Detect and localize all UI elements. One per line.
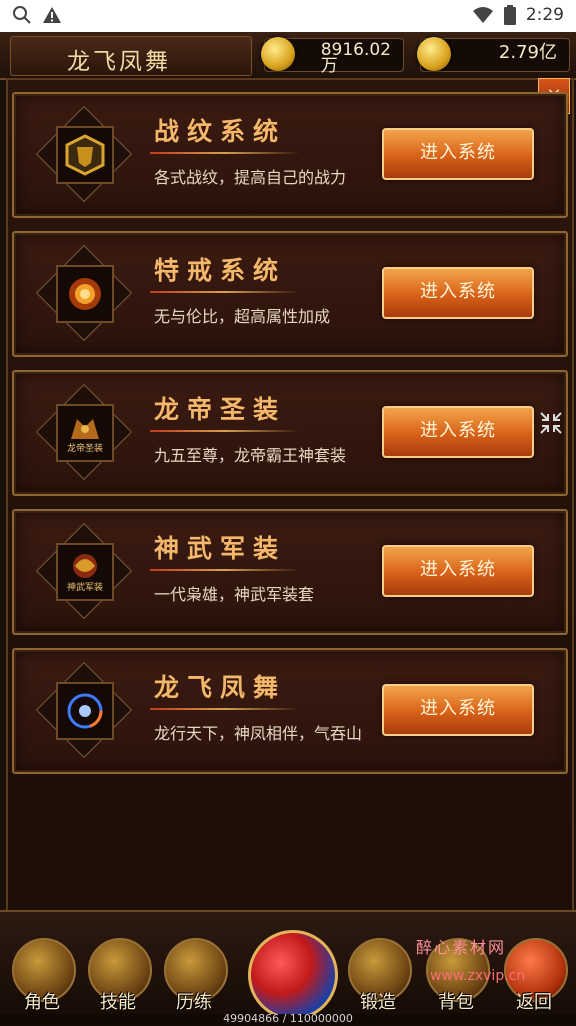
nav-character-button[interactable]: 角色 (6, 938, 78, 1013)
clock: 2:29 (525, 5, 564, 25)
card-longdi: 龙帝圣装 龙帝圣装 九五至尊，龙帝霸王神套装 进入系统 (12, 370, 568, 496)
dragon-armor-icon: 龙帝圣装 (56, 404, 114, 462)
collapse-arrows-icon[interactable] (538, 410, 564, 442)
currency-ingot-value: 2.79亿 (498, 42, 557, 63)
currency-ingot[interactable]: 2.79亿 (417, 37, 570, 72)
card-zhanwen: 战纹系统 各式战纹，提高自己的战力 进入系统 (12, 92, 568, 218)
card-title: 特戒系统 (154, 256, 287, 285)
card-title: 龙帝圣装 (154, 395, 287, 424)
card-title: 龙飞凤舞 (154, 673, 287, 702)
wifi-icon (472, 7, 493, 23)
card-description: 一代枭雄，神武军装套 (154, 585, 315, 604)
nav-label: 技能 (100, 992, 136, 1013)
phoenix-orb-icon (56, 682, 114, 740)
gold-coin-icon (261, 37, 295, 71)
nav-skill-button[interactable]: 技能 (82, 938, 154, 1013)
card-title: 神武军装 (154, 534, 287, 563)
card-shenwu: 神武军装 神武军装 一代枭雄，神武军装套 进入系统 (12, 509, 568, 635)
nav-label: 返回 (516, 992, 552, 1013)
status-bar: 2:29 (0, 0, 576, 32)
nav-training-button[interactable]: 历练 (158, 938, 230, 1013)
enter-system-button[interactable]: 进入系统 (382, 545, 534, 597)
page-title: 龙飞凤舞 (67, 49, 171, 75)
nav-label: 锻造 (360, 992, 396, 1013)
card-title: 战纹系统 (154, 117, 287, 146)
enter-system-button[interactable]: 进入系统 (382, 267, 534, 319)
top-header: 龙飞凤舞 8916.02 万 2.79亿 (0, 32, 576, 80)
card-description: 各式战纹，提高自己的战力 (154, 168, 347, 187)
title-underline (150, 569, 300, 571)
title-underline (150, 430, 300, 432)
search-icon (13, 6, 31, 24)
card-description: 九五至尊，龙帝霸王神套装 (154, 446, 347, 465)
nav-label: 历练 (176, 992, 212, 1013)
title-plate: 龙飞凤舞 (10, 36, 252, 76)
exp-bar-text: 49904866 / 110000000 (0, 1013, 576, 1024)
card-longfei: 龙飞凤舞 龙行天下，神凤相伴，气吞山 进入系统 (12, 648, 568, 774)
nav-forge-button[interactable]: 锻造 (342, 938, 414, 1013)
card-tejie: 特戒系统 无与伦比，超高属性加成 进入系统 (12, 231, 568, 357)
title-underline (150, 291, 300, 293)
center-orb-button[interactable] (248, 930, 338, 1020)
battery-icon (503, 5, 516, 25)
watermark-url: www.zxvip.cn (430, 968, 526, 984)
title-underline (150, 152, 300, 154)
currency-gold[interactable]: 8916.02 万 (261, 37, 404, 76)
war-armor-icon: 神武军装 (56, 543, 114, 601)
fire-ring-icon (56, 265, 114, 323)
enter-system-button[interactable]: 进入系统 (382, 684, 534, 736)
title-underline (150, 708, 300, 710)
watermark-title: 醉心素材网 (416, 938, 507, 957)
warning-icon (43, 7, 61, 23)
gold-ingot-icon (417, 37, 451, 71)
currency-gold-value: 8916.02 万 (320, 40, 391, 76)
enter-system-button[interactable]: 进入系统 (382, 128, 534, 180)
card-description: 龙行天下，神凤相伴，气吞山 (154, 724, 363, 743)
nav-label: 角色 (24, 992, 60, 1013)
enter-system-button[interactable]: 进入系统 (382, 406, 534, 458)
nav-label: 背包 (438, 992, 474, 1013)
card-description: 无与伦比，超高属性加成 (154, 307, 331, 326)
shield-emblem-icon (56, 126, 114, 184)
